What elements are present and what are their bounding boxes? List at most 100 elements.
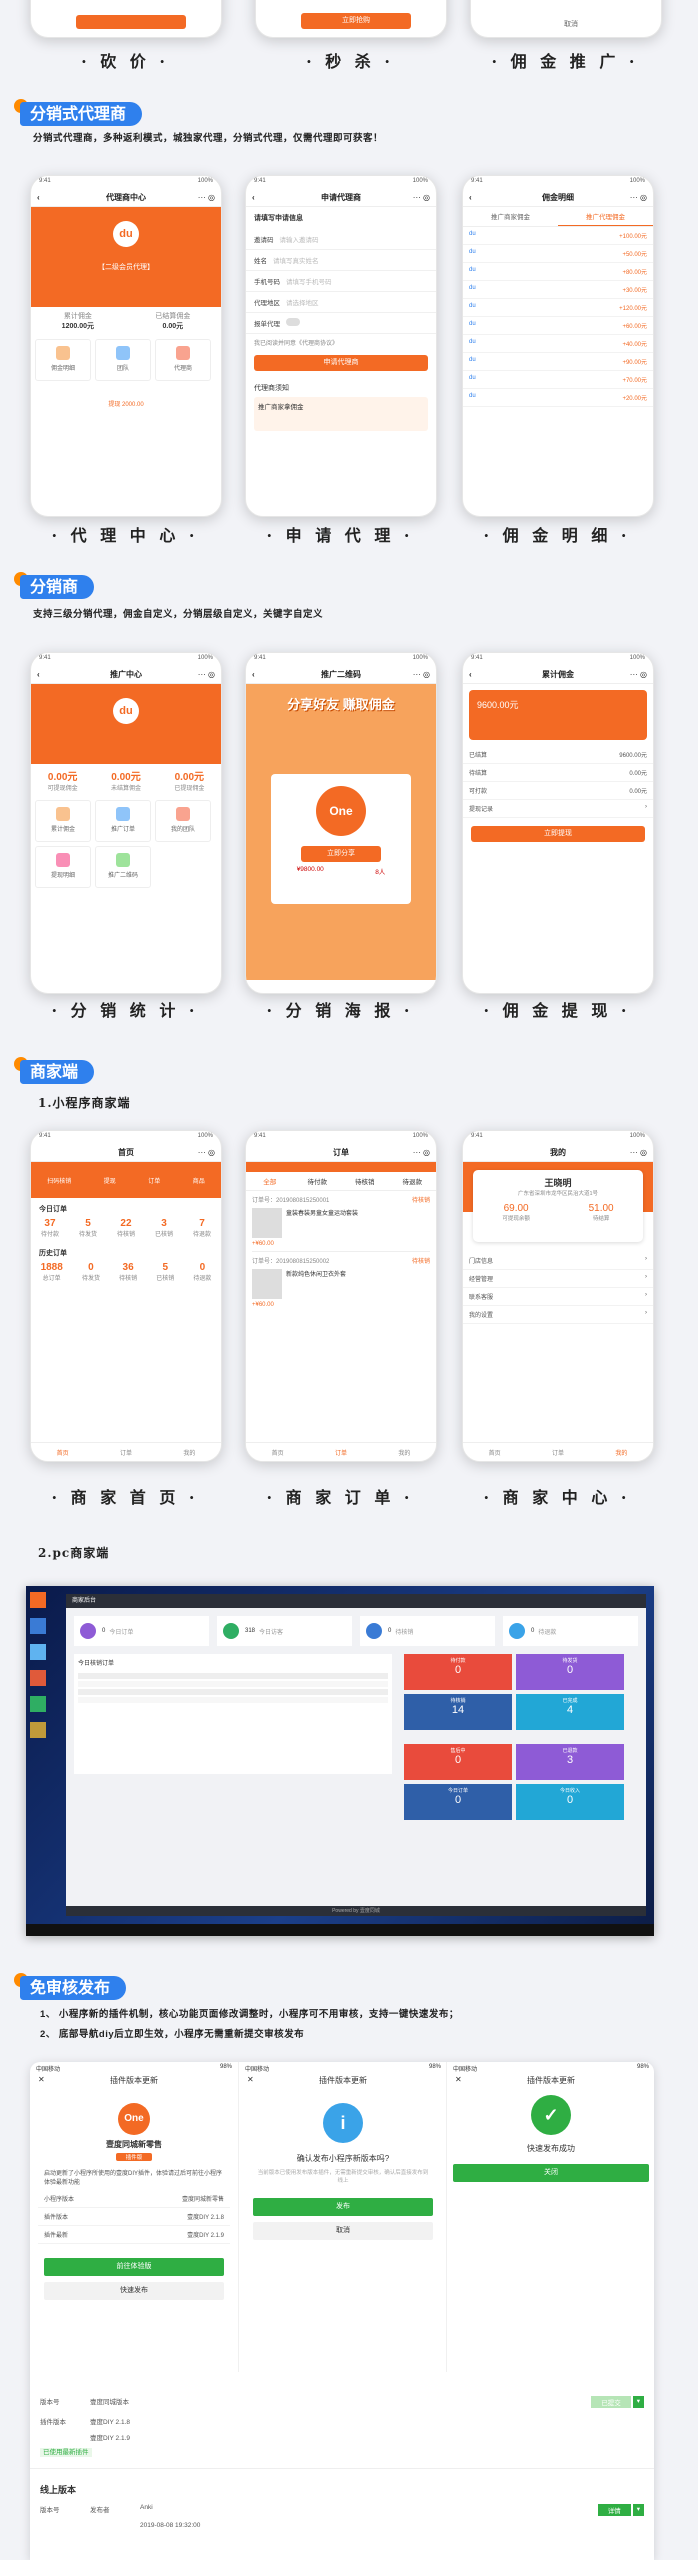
agent-settled-label: 已结算佣金 [155, 313, 191, 320]
dist-withdraw-phone: 9:41 100% ‹ 累计佣金 ··· ◎ 9600.00元 已结算 9600.00元… [462, 652, 654, 994]
dist-cell-team[interactable]: 我的团队 [155, 800, 211, 842]
agent-center-phone: 9:41 100% ‹ 代理商中心 ··· ◎ du 【二级会员代理】 累计佣金 120… [30, 175, 222, 517]
icon-goods[interactable]: 商品 [193, 1176, 205, 1185]
taskbar [26, 1924, 654, 1936]
close-icon[interactable]: ✕ [455, 2075, 462, 2084]
order-tab-unpaid[interactable]: 待付款 [294, 1172, 342, 1190]
pc-tile[interactable]: 售后中 0 [404, 1744, 512, 1780]
app-icon[interactable] [30, 1670, 46, 1686]
dist-cell-withdraw[interactable]: 提现明细 [35, 846, 91, 888]
order-card-1[interactable]: 订单号：2019080815250001 待核销 童装春装男童女童运动套装 +¥6… [246, 1191, 436, 1251]
close-icon[interactable]: ✕ [38, 2075, 45, 2084]
field-phone[interactable]: 手机号码 请填写手机号码 [246, 271, 436, 292]
submitted-button[interactable]: 已提交 [591, 2396, 631, 2408]
commission-list: du +100.00元 du +50.00元 du +80.00元 du +30.00元 du +… [463, 227, 653, 407]
menu-settings[interactable]: 我的设置 › [463, 1306, 653, 1324]
stat-icon [509, 1623, 525, 1639]
dist-stats-title: 推广中心 [110, 670, 142, 679]
cancel-publish-button[interactable]: 取消 [253, 2222, 433, 2240]
pc-tile[interactable]: 待付款 0 [404, 1654, 512, 1690]
pc-tile[interactable]: 今日订单 0 [404, 1784, 512, 1820]
release-row-1: 小程序版本 壹度同城新零售 [38, 2190, 230, 2208]
dropdown-icon[interactable]: ▾ [632, 2504, 644, 2516]
pc-window-title: 商家后台 [66, 1594, 646, 1608]
dropdown-icon[interactable]: ▾ [632, 2396, 644, 2408]
tab-home[interactable]: 首页 [57, 1448, 69, 1457]
agent-cell-team[interactable]: 团队 [95, 339, 151, 381]
stat-icon [80, 1623, 96, 1639]
pc-tile[interactable]: 已退款 3 [516, 1744, 624, 1780]
stat-icon [366, 1623, 382, 1639]
dist-cell-orders[interactable]: 推广订单 [95, 800, 151, 842]
tab-orders[interactable]: 订单 [335, 1448, 347, 1457]
pc-tile-value: 0 [566, 1794, 574, 1806]
seckill-button[interactable]: 立即抢购 [301, 13, 411, 29]
agree-checkbox[interactable]: 我已阅读并同意《代理商协议》 [246, 334, 436, 351]
tab-home[interactable]: 首页 [489, 1448, 501, 1457]
tab-orders[interactable]: 订单 [120, 1448, 132, 1457]
app-icon[interactable] [30, 1722, 46, 1738]
order-tab-refund[interactable]: 待退款 [389, 1172, 437, 1190]
dist-cell-qrcode[interactable]: 推广二维码 [95, 846, 151, 888]
merchant-balance: 69.00 [503, 1203, 529, 1214]
tab-mine[interactable]: 我的 [398, 1448, 410, 1457]
app-icon[interactable] [30, 1644, 46, 1660]
field-region[interactable]: 代理地区 请选择地区 [246, 292, 436, 313]
icon-scan[interactable]: 扫码核销 [47, 1176, 71, 1185]
pc-tile[interactable]: 待核销 14 [404, 1694, 512, 1730]
app-icon[interactable] [30, 1696, 46, 1712]
stat-item: 22 待核销 [116, 1218, 135, 1238]
menu-service[interactable]: 联系客服 › [463, 1288, 653, 1306]
goto-trial-button[interactable]: 前往体验版 [44, 2258, 224, 2276]
bargain-phone [30, 0, 222, 38]
app-icon[interactable] [30, 1592, 46, 1608]
commission-promo-phone: 取消 [470, 0, 662, 38]
tab-home[interactable]: 首页 [272, 1448, 284, 1457]
tab-orders[interactable]: 订单 [552, 1448, 564, 1457]
tab-promo-merchant[interactable]: 推广商家佣金 [463, 207, 558, 226]
menu-manage[interactable]: 经营管理 › [463, 1270, 653, 1288]
bargain-button[interactable] [76, 15, 186, 29]
publish-button[interactable]: 发布 [253, 2198, 433, 2216]
details-button[interactable]: 详情 [597, 2504, 631, 2516]
quick-release-button[interactable]: 快速发布 [44, 2282, 224, 2300]
close-icon[interactable]: ✕ [247, 2075, 254, 2084]
field-invite[interactable]: 邀请码 请输入邀请码 [246, 229, 436, 250]
close-success-button[interactable]: 关闭 [453, 2164, 649, 2182]
apply-button[interactable]: 申请代理商 [254, 355, 428, 371]
pc-tile[interactable]: 已完成 4 [516, 1694, 624, 1730]
order-tab-verify[interactable]: 待核销 [341, 1172, 389, 1190]
agent-settled-value: 0.00元 [162, 323, 184, 330]
poster-share-button[interactable]: 立即分享 [301, 846, 381, 862]
icon-withdraw[interactable]: 提现 [104, 1176, 116, 1185]
commission-user-icon: du [469, 393, 476, 399]
tab-mine[interactable]: 我的 [615, 1448, 627, 1457]
pc-stat-card: 0 待核销 [360, 1616, 495, 1646]
order-tab-all[interactable]: 全部 [246, 1172, 294, 1190]
caption-dist-withdraw: · 佣 金 提 现 · [483, 1001, 631, 1020]
pc-table: 今日核销订单 [74, 1654, 392, 1774]
cancel-button[interactable]: 取消 [516, 19, 626, 29]
app-icon[interactable] [30, 1618, 46, 1634]
success-message: 快速发布成功 [527, 2144, 575, 2153]
pc-tile[interactable]: 待发货 0 [516, 1654, 624, 1690]
tab-mine[interactable]: 我的 [183, 1448, 195, 1457]
merchant-name: 王晓明 [544, 1178, 572, 1188]
withdraw-row-3: 可打款 0.00元 [463, 782, 653, 800]
agent-cell-commission[interactable]: 佣金明细 [35, 339, 91, 381]
menu-store-info[interactable]: 门店信息 › [463, 1252, 653, 1270]
tab-promo-agent[interactable]: 推广代理佣金 [558, 207, 653, 226]
dist-cell-total[interactable]: 累计佣金 [35, 800, 91, 842]
withdraw-button[interactable]: 立即提现 [471, 826, 645, 842]
field-name[interactable]: 姓名 请填写真实姓名 [246, 250, 436, 271]
pc-stat-card: 0 待退款 [503, 1616, 638, 1646]
commission-row: du +120.00元 [463, 299, 653, 317]
agent-cell-agent[interactable]: 代理商 [155, 339, 211, 381]
icon-orders[interactable]: 订单 [148, 1176, 160, 1185]
agent-withdraw-link[interactable]: 提现 2000.00 [31, 399, 221, 408]
commission-row: du +40.00元 [463, 335, 653, 353]
order-card-2[interactable]: 订单号：2019080815250002 待核销 新款纯色休闲卫衣外套 +¥60.… [246, 1252, 436, 1312]
field-toggle[interactable]: 报单代理 [246, 313, 436, 334]
withdraw-row-4[interactable]: 提现记录 › [463, 800, 653, 818]
pc-tile[interactable]: 今日收入 0 [516, 1784, 624, 1820]
